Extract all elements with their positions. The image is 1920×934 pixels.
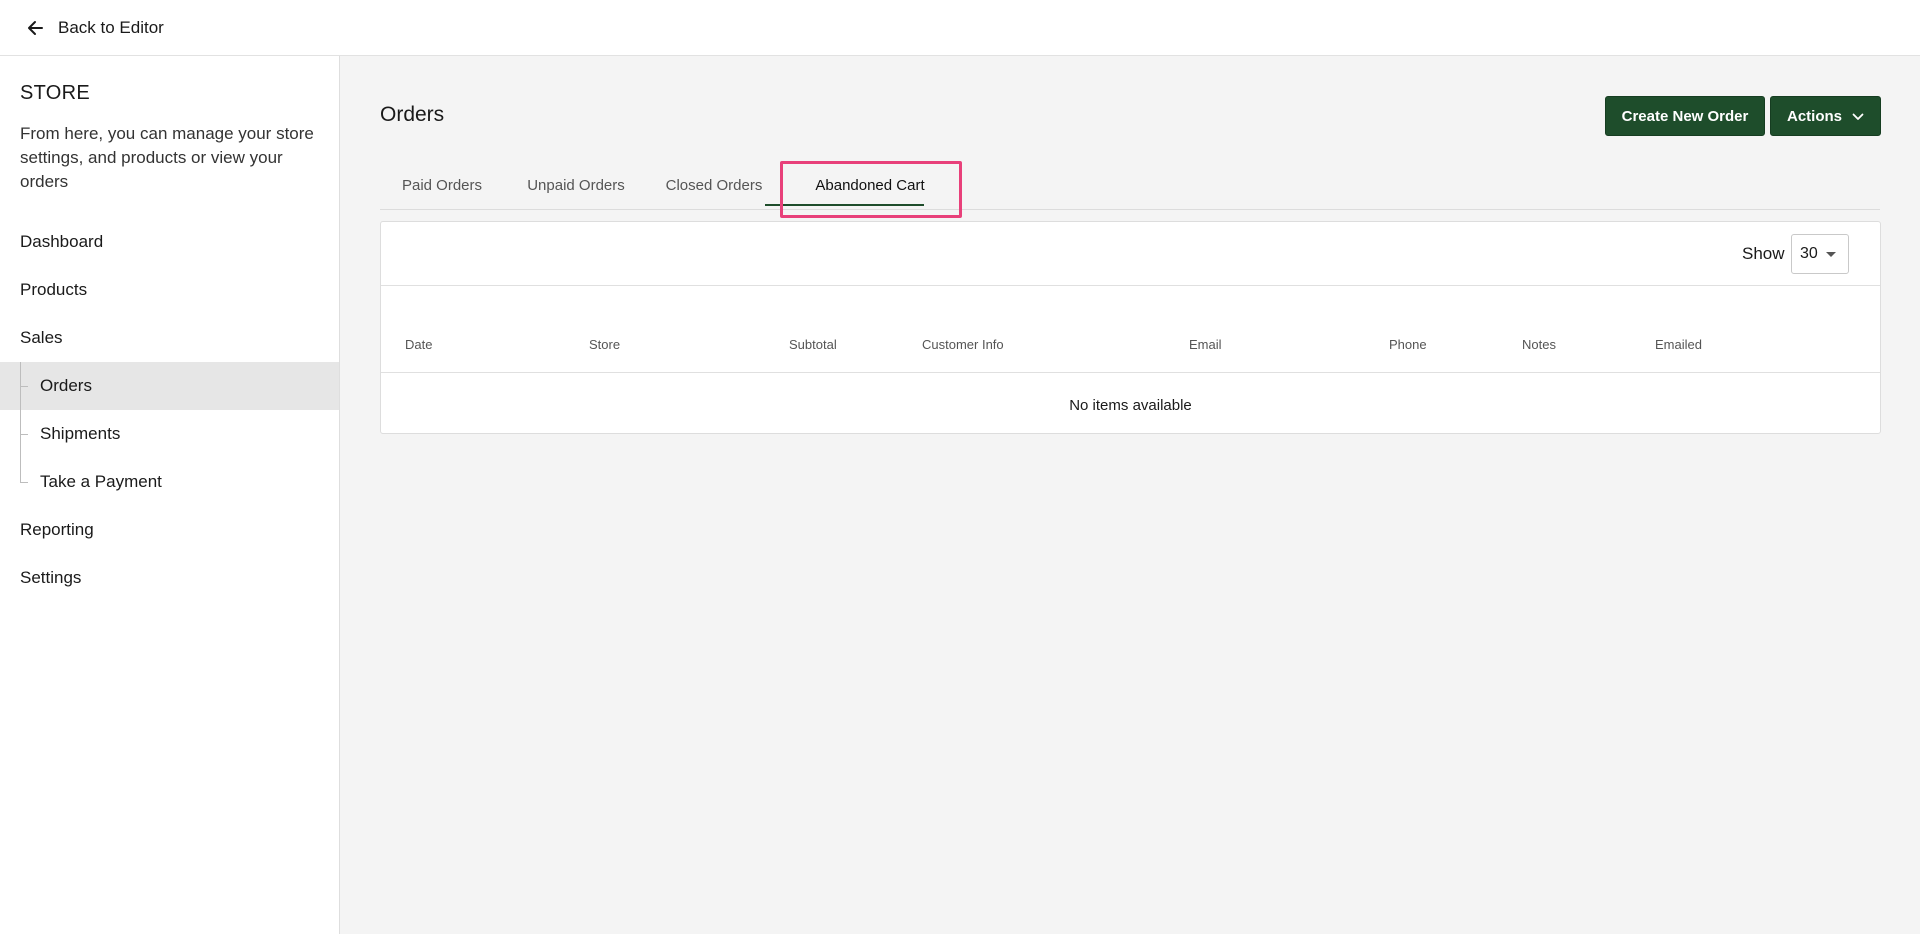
sidebar-nav: Dashboard Products Sales Orders Shipment… [0, 218, 339, 602]
show-label: Show [1742, 244, 1785, 263]
sidebar-item-label: Dashboard [20, 232, 104, 251]
tree-connector-tick [20, 482, 28, 483]
sidebar-item-reporting[interactable]: Reporting [0, 506, 339, 554]
sidebar-item-sales[interactable]: Sales [0, 314, 339, 362]
page-size-select[interactable]: 30 [1791, 234, 1849, 274]
column-header-emailed[interactable]: Emailed [1655, 337, 1702, 352]
sidebar-item-label: Reporting [20, 520, 94, 539]
actions-button[interactable]: Actions [1770, 96, 1881, 136]
sidebar-item-label: Settings [20, 568, 82, 587]
sidebar-item-orders[interactable]: Orders [0, 362, 339, 410]
active-tab-indicator [765, 204, 924, 206]
column-header-email[interactable]: Email [1189, 337, 1222, 352]
tab-paid-orders[interactable]: Paid Orders [380, 160, 504, 210]
sidebar-item-label: Shipments [40, 424, 121, 443]
sidebar-item-products[interactable]: Products [0, 266, 339, 314]
column-header-subtotal[interactable]: Subtotal [789, 337, 837, 352]
empty-state-message: No items available [1069, 397, 1192, 414]
caret-down-icon [1826, 252, 1836, 257]
sidebar-item-label: Products [20, 280, 88, 299]
column-header-date[interactable]: Date [405, 337, 432, 352]
tree-connector-tick [20, 434, 28, 435]
sidebar-title: STORE [20, 82, 91, 104]
table-header-divider [381, 372, 1880, 373]
tab-closed-orders[interactable]: Closed Orders [648, 160, 780, 210]
back-to-editor-label: Back to Editor [58, 17, 164, 37]
column-header-customer-info[interactable]: Customer Info [922, 337, 1004, 352]
column-header-notes[interactable]: Notes [1522, 337, 1556, 352]
order-tabs: Paid Orders Unpaid Orders Closed Orders … [380, 160, 1880, 210]
back-to-editor-link[interactable]: Back to Editor [26, 18, 164, 38]
top-bar: Back to Editor [0, 0, 1920, 56]
page-title: Orders [380, 103, 445, 126]
tab-abandoned-cart[interactable]: Abandoned Cart [780, 160, 960, 210]
arrow-left-icon [26, 19, 44, 37]
create-new-order-button[interactable]: Create New Order [1605, 96, 1765, 136]
orders-table-panel: Show 30 Date Store Subtotal Customer Inf… [380, 221, 1881, 434]
actions-button-label: Actions [1786, 107, 1842, 125]
sidebar-item-label: Sales [20, 328, 63, 347]
sidebar-item-take-a-payment[interactable]: Take a Payment [0, 458, 339, 506]
page-size-value: 30 [1800, 245, 1818, 262]
column-header-store[interactable]: Store [589, 337, 620, 352]
sidebar-description: From here, you can manage your store set… [20, 124, 314, 191]
sidebar-item-settings[interactable]: Settings [0, 554, 339, 602]
tab-unpaid-orders[interactable]: Unpaid Orders [504, 160, 648, 210]
column-header-phone[interactable]: Phone [1389, 337, 1427, 352]
tree-connector-tick [20, 386, 28, 387]
table-toolbar: Show 30 [381, 222, 1880, 286]
main-content: Orders Create New Order Actions Paid Ord… [340, 56, 1920, 934]
sidebar: STORE From here, you can manage your sto… [0, 56, 340, 934]
sidebar-item-label: Take a Payment [40, 472, 162, 491]
chevron-down-icon [1852, 108, 1864, 125]
sidebar-item-shipments[interactable]: Shipments [0, 410, 339, 458]
sidebar-item-dashboard[interactable]: Dashboard [0, 218, 339, 266]
tree-connector [20, 458, 21, 482]
sidebar-item-label: Orders [40, 376, 92, 395]
